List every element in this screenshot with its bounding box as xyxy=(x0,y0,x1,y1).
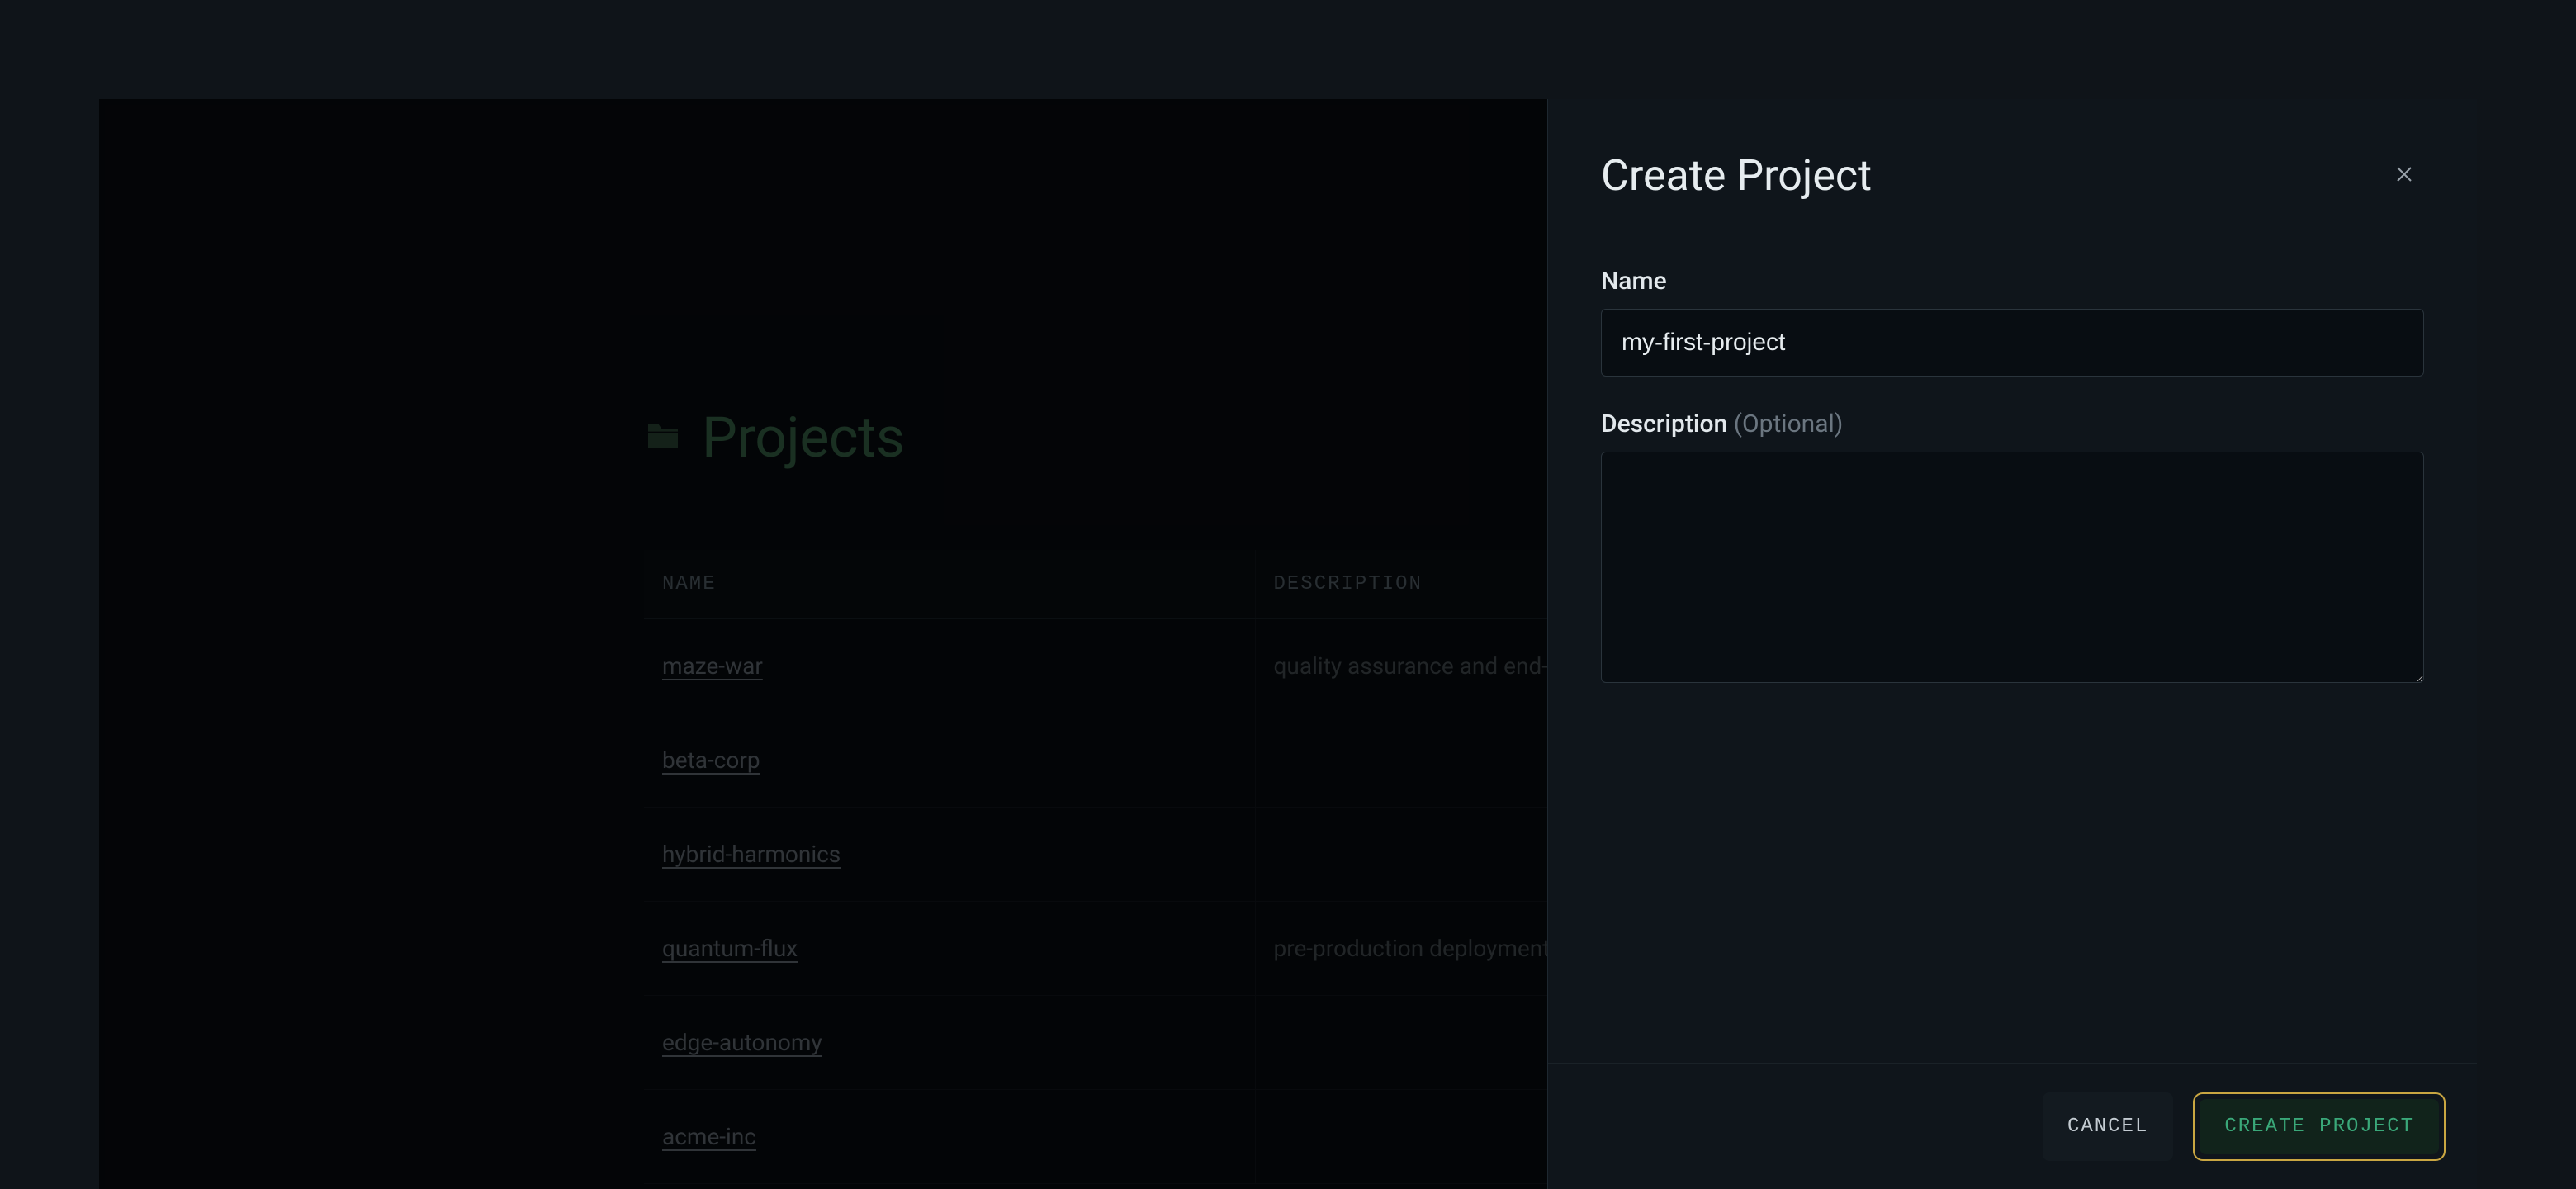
close-button[interactable] xyxy=(2384,156,2424,196)
viewport: Projects NAME DESCRIPTION maze-war quali… xyxy=(0,0,2576,1189)
folder-icon xyxy=(644,421,682,454)
description-label: Description (Optional) xyxy=(1601,410,2424,438)
project-link[interactable]: acme-inc xyxy=(662,1123,756,1150)
page-header: Projects xyxy=(644,405,904,471)
project-description-input[interactable] xyxy=(1601,452,2424,683)
project-link[interactable]: quantum-flux xyxy=(662,935,798,962)
project-link[interactable]: maze-war xyxy=(662,652,763,680)
drawer-title: Create Project xyxy=(1601,150,1872,201)
drawer-header: Create Project xyxy=(1548,99,2477,234)
project-name-input[interactable] xyxy=(1601,309,2424,377)
drawer-body: Name Description (Optional) xyxy=(1548,234,2477,1063)
project-link[interactable]: hybrid-harmonics xyxy=(662,841,841,868)
field-group-name: Name xyxy=(1601,267,2424,377)
cancel-button[interactable]: CANCEL xyxy=(2043,1092,2173,1161)
create-button-focus-ring: CREATE PROJECT xyxy=(2193,1092,2446,1161)
column-header-name[interactable]: NAME xyxy=(644,550,1255,619)
field-group-description: Description (Optional) xyxy=(1601,410,2424,686)
name-label: Name xyxy=(1601,267,2424,296)
close-icon xyxy=(2394,159,2414,192)
project-link[interactable]: edge-autonomy xyxy=(662,1029,822,1056)
description-label-text: Description xyxy=(1601,410,1727,438)
create-project-drawer: Create Project Name Description (Optiona… xyxy=(1547,99,2477,1189)
create-project-button[interactable]: CREATE PROJECT xyxy=(2200,1099,2439,1154)
drawer-footer: CANCEL CREATE PROJECT xyxy=(1548,1063,2477,1189)
page-title: Projects xyxy=(702,405,904,471)
description-optional-hint: (Optional) xyxy=(1734,410,1844,438)
project-link[interactable]: beta-corp xyxy=(662,746,760,774)
